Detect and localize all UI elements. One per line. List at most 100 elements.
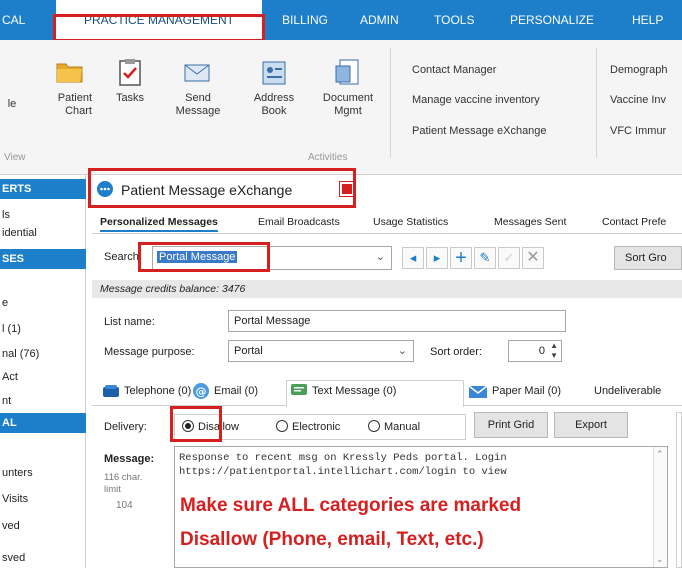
sidebar-item-8[interactable]: nt <box>0 395 86 407</box>
document-mgmt-label: Document Mgmt <box>322 92 374 117</box>
sort-order-stepper[interactable]: 0 ▲ ▼ <box>508 340 562 362</box>
cancel-icon[interactable]: ✕ <box>522 247 544 269</box>
checkmark-icon[interactable]: ✓ <box>498 247 520 269</box>
message-purpose-label: Message purpose: <box>104 346 195 358</box>
tasks-label: Tasks <box>115 92 145 104</box>
radio-manual[interactable] <box>368 420 380 432</box>
sidebar-item-13[interactable]: sved <box>0 552 86 564</box>
document-icon <box>332 56 364 88</box>
sidebar-item-4[interactable]: e <box>0 297 86 309</box>
search-label: Search: <box>104 251 142 263</box>
tab-email-broadcasts[interactable]: Email Broadcasts <box>258 212 340 232</box>
sidebar-item-2[interactable]: idential <box>0 227 86 239</box>
menu-tools[interactable]: TOOLS <box>434 0 490 40</box>
message-text: Response to recent msg on Kressly Peds p… <box>179 452 507 478</box>
tab-usage-statistics[interactable]: Usage Statistics <box>373 212 448 232</box>
sidebar-item-10[interactable]: unters <box>0 467 86 479</box>
textarea-scrollbar[interactable]: ⌃ ⌄ <box>653 447 667 567</box>
tab-telephone[interactable]: Telephone (0) <box>124 385 191 397</box>
annotation-line-2: Disallow (Phone, email, Text, etc.) <box>180 529 484 550</box>
paper-mail-icon <box>468 383 488 399</box>
add-icon[interactable]: + <box>450 247 472 269</box>
address-book-label: Address Book <box>253 92 295 117</box>
ribbon-label-partial: le <box>7 98 17 110</box>
menu-personalize[interactable]: PERSONALIZE <box>510 0 610 40</box>
patient-chart-button[interactable]: Patient Chart <box>40 56 100 118</box>
spinner-arrows-icon[interactable]: ▲ ▼ <box>550 341 558 361</box>
sort-groups-button[interactable]: Sort Gro <box>614 246 682 270</box>
highlight-box-search <box>138 242 270 272</box>
text-message-icon <box>290 383 308 399</box>
sidebar-item-7[interactable]: Act <box>0 371 86 383</box>
tab-undeliverable[interactable]: Undeliverable <box>594 385 661 397</box>
sidebar-item-1[interactable]: ls <box>0 209 86 221</box>
sidebar: ERTS ls idential SES e l (1) nal (76) Ac… <box>0 175 86 568</box>
ribbon-separator <box>390 48 391 158</box>
address-book-button[interactable]: Address Book <box>248 56 300 118</box>
list-name-label: List name: <box>104 316 155 328</box>
patient-message-exchange-link[interactable]: Patient Message eXchange <box>412 125 547 137</box>
sidebar-item-11[interactable]: Visits <box>0 493 86 505</box>
sidebar-item-messages[interactable]: SES <box>0 249 86 269</box>
svg-text:@: @ <box>196 385 207 398</box>
tab-messages-sent[interactable]: Messages Sent <box>494 212 566 232</box>
highlight-box-window-title <box>88 168 356 208</box>
next-icon[interactable]: ▸ <box>426 247 448 269</box>
sidebar-item-12[interactable]: ved <box>0 520 86 532</box>
email-icon: @ <box>192 382 210 400</box>
sort-order-label: Sort order: <box>430 346 482 358</box>
scroll-up-icon[interactable]: ⌃ <box>656 449 664 460</box>
tab-personalized-messages[interactable]: Personalized Messages <box>100 212 218 232</box>
tab-divider <box>92 233 682 234</box>
tab-email[interactable]: Email (0) <box>214 385 258 397</box>
char-limit: 116 char. limit <box>104 472 143 495</box>
menu-billing[interactable]: BILLING <box>282 0 342 40</box>
sort-order-value: 0 <box>538 345 545 357</box>
tab-contact-preferences[interactable]: Contact Prefe <box>602 212 666 232</box>
phone-icon <box>102 384 120 398</box>
tasks-button[interactable]: Tasks <box>108 56 152 105</box>
side-panel-edge <box>676 412 682 568</box>
vfc-immunization-link[interactable]: VFC Immur <box>610 125 666 137</box>
message-purpose-select[interactable]: Portal ⌄ <box>228 340 414 362</box>
radio-electronic[interactable] <box>276 420 288 432</box>
previous-icon[interactable]: ◂ <box>402 247 424 269</box>
document-mgmt-button[interactable]: Document Mgmt <box>318 56 378 118</box>
export-button[interactable]: Export <box>554 412 628 438</box>
ribbon-group-activities: Activities <box>308 152 348 163</box>
tab-text-message-label: Text Message (0) <box>312 385 397 397</box>
sidebar-item-6[interactable]: nal (76) <box>0 348 86 360</box>
pencil-icon[interactable]: ✎ <box>474 247 496 269</box>
radio-manual-label: Manual <box>384 421 421 433</box>
delivery-label: Delivery: <box>104 421 147 433</box>
patient-chart-label: Patient Chart <box>57 92 92 117</box>
highlight-box-practice-management <box>53 14 265 42</box>
menu-help[interactable]: HELP <box>632 0 682 40</box>
credits-balance: Message credits balance: 3476 <box>92 280 682 298</box>
vaccine-inventory-link[interactable]: Vaccine Inv <box>610 94 666 106</box>
ribbon-button-partial[interactable]: le <box>0 98 24 111</box>
list-name-field[interactable]: Portal Message <box>228 310 566 332</box>
ribbon: le Patient Chart Tasks Send Message Addr… <box>0 40 682 175</box>
ribbon-group-view: View <box>4 152 26 163</box>
sidebar-item-alerts[interactable]: ERTS <box>0 179 86 199</box>
menu-cal[interactable]: CAL <box>0 0 50 40</box>
tab-paper-mail[interactable]: Paper Mail (0) <box>492 385 561 397</box>
manage-vaccine-inventory-link[interactable]: Manage vaccine inventory <box>412 94 540 106</box>
annotation-line-1: Make sure ALL categories are marked <box>180 495 522 516</box>
send-message-label: Send Message <box>175 92 221 117</box>
menu-admin[interactable]: ADMIN <box>360 0 420 40</box>
contact-manager-link[interactable]: Contact Manager <box>412 64 496 76</box>
sidebar-item-5[interactable]: l (1) <box>0 323 86 335</box>
address-book-icon <box>258 56 290 88</box>
print-grid-button[interactable]: Print Grid <box>474 412 548 438</box>
scroll-down-icon[interactable]: ⌄ <box>656 554 664 565</box>
folder-icon <box>54 56 86 88</box>
demographics-link[interactable]: Demograph <box>610 64 667 76</box>
chevron-down-icon: ⌄ <box>375 251 385 263</box>
ribbon-separator-2 <box>596 48 597 158</box>
sidebar-item-al[interactable]: AL <box>0 413 86 433</box>
send-message-button[interactable]: Send Message <box>168 56 228 118</box>
radio-electronic-label: Electronic <box>292 421 341 433</box>
highlight-box-disallow <box>170 406 222 442</box>
